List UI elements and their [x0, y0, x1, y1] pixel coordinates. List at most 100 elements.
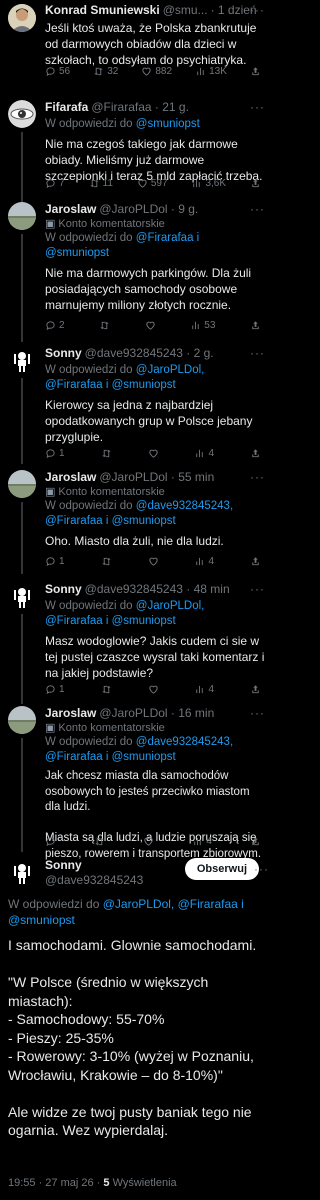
author-handle[interactable]: @JaroPLDol · 16 min [99, 706, 214, 721]
views-button[interactable]: 4 [194, 556, 214, 567]
reply-button[interactable]: 1 [45, 448, 65, 459]
avatar[interactable] [8, 706, 36, 734]
retweet-button[interactable] [94, 836, 105, 847]
tweet-jaroslaw-1[interactable]: Jaroslaw @JaroPLDol · 9 g. ▣ Konto komenta… [0, 202, 271, 342]
author-handle[interactable]: @smu... [163, 3, 208, 18]
author-name[interactable]: Jaroslaw [45, 202, 96, 217]
post-timestamp[interactable]: 19:55 · 27 maj 26 · [8, 1177, 103, 1189]
tweet-sonny-2[interactable]: Sonny @dave932845243 · 48 min W odpowiedz… [0, 580, 271, 704]
author-handle[interactable]: @dave932845243 · 2 g. [85, 346, 214, 361]
author-handle[interactable]: @dave932845243 · 48 min [85, 582, 230, 597]
views-button[interactable]: 4 [194, 448, 214, 459]
more-dots-icon[interactable]: ··· [250, 100, 265, 114]
avatar[interactable] [8, 100, 36, 128]
reply-count: 1 [59, 448, 65, 459]
reply-button[interactable]: 1 [45, 556, 65, 567]
views-count: 4 [208, 448, 215, 459]
author-name[interactable]: Sonny [45, 346, 82, 361]
like-button[interactable]: 882 [141, 66, 172, 77]
avatar[interactable] [8, 4, 36, 32]
like-button[interactable] [148, 448, 159, 459]
reply-count: 2 [59, 320, 65, 331]
avatar[interactable] [8, 346, 36, 374]
author-name[interactable]: Fifarafa [45, 100, 88, 115]
author-name[interactable]: Sonny [45, 858, 143, 873]
tweet-jaroslaw-2[interactable]: Jaroslaw @JaroPLDol · 55 min ▣ Konto komen… [0, 470, 271, 574]
share-icon [250, 178, 261, 189]
avatar[interactable] [8, 202, 36, 230]
more-dots-icon[interactable]: ··· [250, 3, 265, 17]
retweet-button[interactable] [101, 684, 112, 695]
retweet-icon [93, 66, 104, 77]
retweet-button[interactable] [101, 448, 112, 459]
speech-bubble-icon [45, 684, 56, 695]
like-count: 597 [150, 178, 168, 189]
tweet-konrad[interactable]: Konrad Smuniewski @smu... · 1 dzień Jeśli … [0, 0, 271, 92]
like-button[interactable] [148, 556, 159, 567]
retweet-button[interactable] [99, 320, 110, 331]
views-button[interactable]: 3,6K [191, 178, 226, 189]
author-handle[interactable]: @Firarafaa · 21 g. [91, 100, 189, 115]
author-handle[interactable]: @JaroPLDol · 55 min [99, 470, 214, 485]
views-button[interactable]: 4 [192, 836, 212, 847]
share-button[interactable] [250, 448, 261, 459]
speech-bubble-icon [45, 178, 56, 189]
tweet-jaroslaw-3[interactable]: Jaroslaw @JaroPLDol · 16 min ▣ Konto komen… [0, 706, 271, 860]
komentator-badge-icon: ▣ [45, 218, 56, 230]
more-dots-icon[interactable]: ··· [250, 346, 265, 360]
reply-count: 1 [59, 556, 65, 567]
avatar-icon [8, 346, 36, 374]
reply-prefix: W odpowiedzi do [45, 736, 136, 748]
more-dots-icon[interactable]: ··· [250, 202, 265, 216]
retweet-icon [101, 556, 112, 567]
share-button[interactable] [250, 836, 261, 847]
share-button[interactable] [250, 66, 261, 77]
author-handle[interactable]: @dave932845243 [45, 873, 143, 888]
reply-to-link[interactable]: @smuniopst [136, 118, 200, 130]
bar-chart-icon [195, 66, 206, 77]
avatar[interactable] [8, 582, 36, 610]
reply-button[interactable]: 7 [45, 178, 65, 189]
views-button[interactable]: 53 [190, 320, 215, 331]
reply-prefix: W odpowiedzi do [45, 364, 136, 376]
tweet-fifarafa[interactable]: Fifarafa @Firarafaa · 21 g. W odpowiedzi … [0, 92, 271, 202]
more-dots-icon[interactable]: ··· [250, 706, 265, 720]
like-button[interactable] [145, 320, 156, 331]
views-count: 4 [206, 836, 212, 847]
views-button[interactable]: 13K [195, 66, 227, 77]
share-button[interactable] [250, 178, 261, 189]
author-name[interactable]: Sonny [45, 582, 82, 597]
avatar[interactable] [8, 858, 36, 886]
reply-button[interactable]: 56 [45, 66, 70, 77]
retweet-count: 11 [102, 178, 113, 189]
more-dots-icon[interactable]: ··· [254, 862, 269, 876]
reply-button[interactable] [45, 836, 56, 847]
views-label: Wyświetlenia [109, 1177, 177, 1189]
like-button[interactable]: 597 [137, 178, 168, 189]
share-button[interactable] [250, 556, 261, 567]
share-button[interactable] [250, 320, 261, 331]
author-name[interactable]: Jaroslaw [45, 706, 96, 721]
author-name[interactable]: Konrad Smuniewski [45, 3, 160, 18]
retweet-button[interactable]: 11 [89, 178, 113, 189]
reply-button[interactable]: 2 [45, 320, 65, 331]
komentator-badge-icon: ▣ [45, 486, 56, 498]
retweet-button[interactable]: 32 [93, 66, 118, 77]
main-tweet: Sonny @dave932845243 Obserwuj ··· W odpo… [0, 852, 271, 1200]
tweet-sonny-1[interactable]: Sonny @dave932845243 · 2 g. W odpowiedzi … [0, 342, 271, 464]
tweet-text: Jak chcesz miasta dla samochodów osobowy… [45, 770, 262, 860]
author-handle[interactable]: @JaroPLDol · 9 g. [99, 202, 198, 217]
like-button[interactable] [143, 836, 154, 847]
more-dots-icon[interactable]: ··· [250, 470, 265, 484]
avatar[interactable] [8, 470, 36, 498]
more-dots-icon[interactable]: ··· [250, 582, 265, 596]
share-button[interactable] [250, 684, 261, 695]
bar-chart-icon [194, 684, 205, 695]
reply-button[interactable]: 1 [45, 684, 65, 695]
author-name[interactable]: Jaroslaw [45, 470, 96, 485]
like-button[interactable] [148, 684, 159, 695]
views-button[interactable]: 4 [194, 684, 214, 695]
retweet-button[interactable] [101, 556, 112, 567]
views-count: 13K [209, 66, 227, 77]
follow-button[interactable]: Obserwuj [184, 858, 259, 880]
